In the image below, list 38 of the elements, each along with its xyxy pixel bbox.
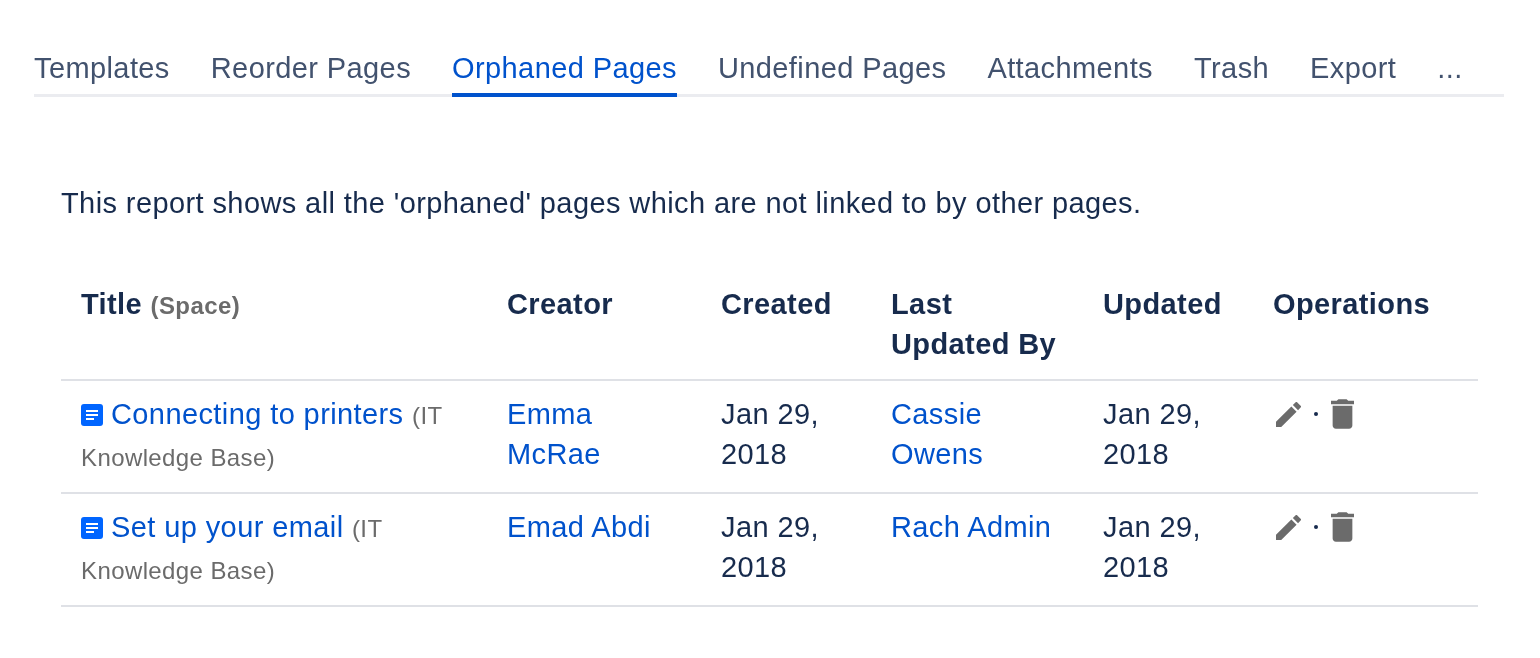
column-note: (Space) bbox=[150, 292, 241, 319]
separator-dot-icon bbox=[1314, 525, 1318, 529]
updated-date: Jan 29, 2018 bbox=[1103, 397, 1202, 472]
space-label: (IT bbox=[412, 402, 443, 429]
created-date: Jan 29, 2018 bbox=[721, 510, 820, 585]
column-header: Created bbox=[721, 288, 832, 320]
pencil-icon[interactable] bbox=[1276, 514, 1301, 540]
tab[interactable]: Export bbox=[1310, 52, 1397, 97]
column-header: Updated bbox=[1103, 288, 1222, 320]
creator-link[interactable]: Emad Abdi bbox=[507, 507, 681, 547]
tab[interactable]: Templates bbox=[34, 52, 170, 97]
space-label: Knowledge Base) bbox=[81, 557, 276, 584]
updater-link[interactable]: Rach Admin bbox=[891, 507, 1067, 547]
tab[interactable]: ... bbox=[1437, 52, 1463, 97]
document-icon bbox=[81, 404, 103, 426]
pencil-icon[interactable] bbox=[1276, 401, 1301, 427]
created-date: Jan 29, 2018 bbox=[721, 397, 820, 472]
space-label: Knowledge Base) bbox=[81, 444, 276, 471]
document-icon bbox=[81, 517, 103, 539]
page-title-link[interactable]: Set up your email bbox=[111, 511, 344, 543]
column-header: Last Updated By bbox=[891, 288, 1057, 360]
trash-icon[interactable] bbox=[1331, 512, 1354, 542]
separator-dot-icon bbox=[1314, 412, 1318, 416]
updater-link[interactable]: Cassie Owens bbox=[891, 394, 1067, 474]
column-header: Creator bbox=[507, 288, 613, 320]
column-header: Operations bbox=[1273, 288, 1431, 320]
report-description: This report shows all the 'orphaned' pages which are not linked to by other pages. bbox=[61, 186, 1142, 221]
trash-icon[interactable] bbox=[1331, 399, 1354, 429]
tab[interactable]: Reorder Pages bbox=[210, 52, 412, 97]
tab[interactable]: Undefined Pages bbox=[717, 52, 947, 97]
column-header: Title bbox=[81, 288, 143, 320]
creator-link[interactable]: Emma McRae bbox=[507, 394, 681, 474]
space-label: (IT bbox=[351, 515, 383, 542]
tab[interactable]: Trash bbox=[1194, 52, 1270, 97]
tab[interactable]: Orphaned Pages bbox=[452, 52, 677, 97]
page-title-link[interactable]: Connecting to printers bbox=[111, 398, 404, 430]
tab[interactable]: Attachments bbox=[987, 52, 1153, 97]
updated-date: Jan 29, 2018 bbox=[1103, 510, 1202, 585]
